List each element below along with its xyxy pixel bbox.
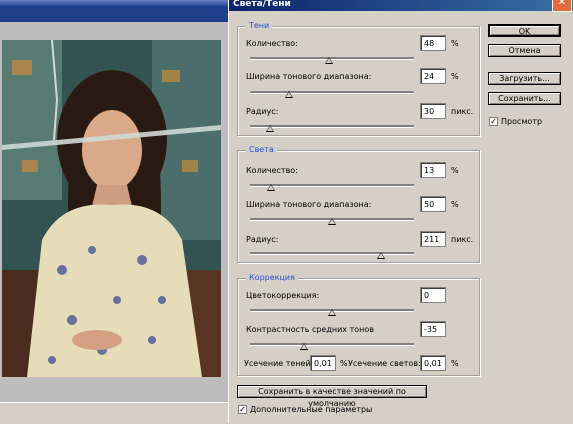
save-button[interactable]: Сохранить...	[488, 92, 561, 105]
save-defaults-button[interactable]: Сохранить в качестве значений по умолчан…	[237, 385, 427, 408]
status-bar	[0, 402, 232, 424]
preview-label: Просмотр	[501, 117, 543, 126]
highlights-radius-unit: пикс.	[451, 235, 474, 244]
shadows-tonal-width-field[interactable]: 24	[420, 68, 446, 84]
more-options-checkbox[interactable]: ✓	[238, 405, 247, 414]
shadows-legend: Тени	[246, 21, 273, 30]
white-clip-field[interactable]: 0,01	[420, 355, 446, 371]
highlights-radius-track[interactable]	[250, 252, 414, 255]
black-clip-unit: %	[340, 359, 348, 368]
portrait-photo	[2, 40, 221, 377]
shadows-amount-unit: %	[451, 39, 459, 48]
shadows-tonal-width-slider[interactable]	[285, 91, 294, 98]
shadows-amount-slider[interactable]	[324, 57, 333, 64]
load-button[interactable]: Загрузить...	[488, 72, 561, 85]
highlights-tonal-width-field[interactable]: 50	[420, 196, 446, 212]
more-options-label: Дополнительные параметры	[250, 405, 373, 414]
highlights-amount-label: Количество:	[246, 166, 298, 175]
midtone-contrast-track[interactable]	[250, 343, 414, 346]
shadows-amount-label: Количество:	[246, 39, 298, 48]
shadows-radius-slider[interactable]	[265, 125, 274, 132]
highlights-tonal-width-slider[interactable]	[328, 218, 336, 225]
highlights-amount-field[interactable]: 13	[420, 162, 446, 178]
ok-button[interactable]: OK	[488, 24, 561, 37]
document-titlebar	[0, 0, 232, 22]
adjustments-legend: Коррекция	[246, 273, 298, 282]
shadows-radius-field[interactable]: 30	[420, 103, 446, 119]
color-correction-label: Цветокоррекция:	[246, 291, 320, 300]
highlights-radius-field[interactable]: 211	[420, 231, 446, 247]
shadows-amount-field[interactable]: 48	[420, 35, 446, 51]
shadows-tonal-width-track[interactable]	[250, 91, 414, 94]
dialog-titlebar: Света/Тени	[229, 0, 573, 11]
highlights-tonal-width-unit: %	[451, 200, 459, 209]
midtone-contrast-field[interactable]: -35	[420, 321, 446, 337]
shadows-group: Тени Количество: 48 % Ширина тонового ди…	[237, 21, 480, 136]
midtone-contrast-slider[interactable]	[300, 343, 309, 350]
shadows-tonal-width-label: Ширина тонового диапазона:	[246, 72, 372, 81]
highlights-amount-unit: %	[451, 166, 459, 175]
cancel-button[interactable]: Отмена	[488, 44, 561, 57]
highlights-legend: Света	[246, 145, 277, 154]
dialog-title: Света/Тени	[233, 0, 291, 9]
color-correction-slider[interactable]	[328, 309, 336, 316]
highlights-radius-label: Радиус:	[246, 235, 279, 244]
white-clip-unit: %	[451, 359, 459, 368]
midtone-contrast-label: Контрастность средних тонов	[246, 325, 374, 334]
highlights-tonal-width-label: Ширина тонового диапазона:	[246, 200, 372, 209]
black-clip-field[interactable]: 0,01	[310, 355, 336, 371]
black-clip-label: Усечение теней:	[244, 359, 314, 368]
highlights-radius-slider[interactable]	[377, 252, 386, 259]
shadows-radius-track[interactable]	[250, 125, 414, 128]
adjustments-group: Коррекция Цветокоррекция: 0 Контрастност…	[237, 273, 480, 376]
preview-checkbox[interactable]: ✓	[489, 117, 498, 126]
highlights-amount-slider[interactable]	[267, 184, 276, 191]
white-clip-label: Усечение светов:	[348, 359, 421, 368]
close-icon[interactable]: ✕	[552, 0, 572, 12]
shadows-tonal-width-unit: %	[451, 72, 459, 81]
highlights-group: Света Количество: 13 % Ширина тонового д…	[237, 145, 480, 263]
shadows-radius-unit: пикс.	[451, 107, 474, 116]
shadow-highlight-dialog: Света/Тени ✕ Тени Количество: 48 % Ширин…	[228, 0, 573, 423]
color-correction-field[interactable]: 0	[420, 287, 446, 303]
shadows-radius-label: Радиус:	[246, 107, 279, 116]
